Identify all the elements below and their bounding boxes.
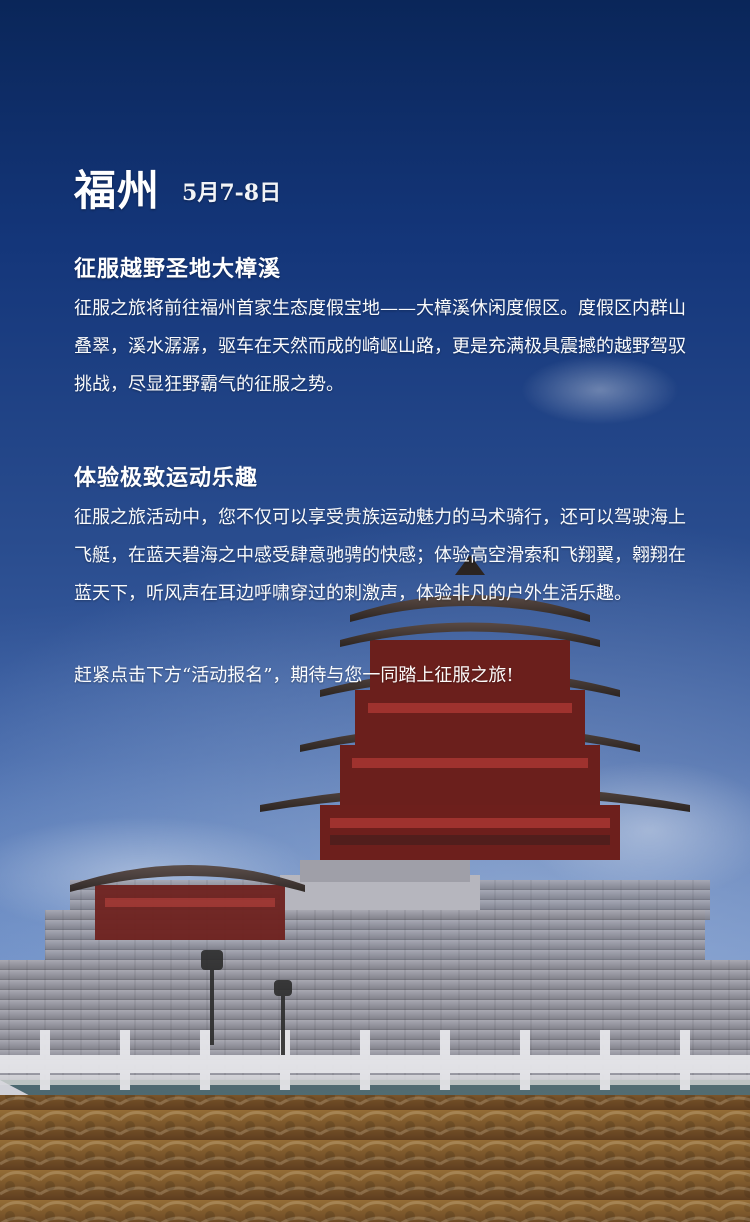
- section-body: 征服之旅活动中，您不仅可以享受贵族运动魅力的马术骑行，还可以驾驶海上飞艇，在蓝天…: [74, 507, 686, 604]
- section-body: 征服之旅将前往福州首家生态度假宝地——大樟溪休闲度假区。度假区内群山叠翠，溪水潺…: [74, 298, 686, 395]
- date-range: 5月7-8日: [182, 180, 282, 206]
- call-to-action: 赶紧点击下方“活动报名”，期待与您一同踏上征服之旅!: [74, 665, 514, 686]
- section-title: 体验极致运动乐趣: [74, 465, 259, 491]
- city-title: 福州: [74, 166, 161, 215]
- section-title: 征服越野圣地大樟溪: [74, 256, 282, 282]
- event-page: 福州 5月7-8日 征服越野圣地大樟溪 征服之旅将前往福州首家生态度假宝地——大…: [0, 0, 750, 1222]
- page-title: 福州 5月7-8日: [74, 142, 694, 212]
